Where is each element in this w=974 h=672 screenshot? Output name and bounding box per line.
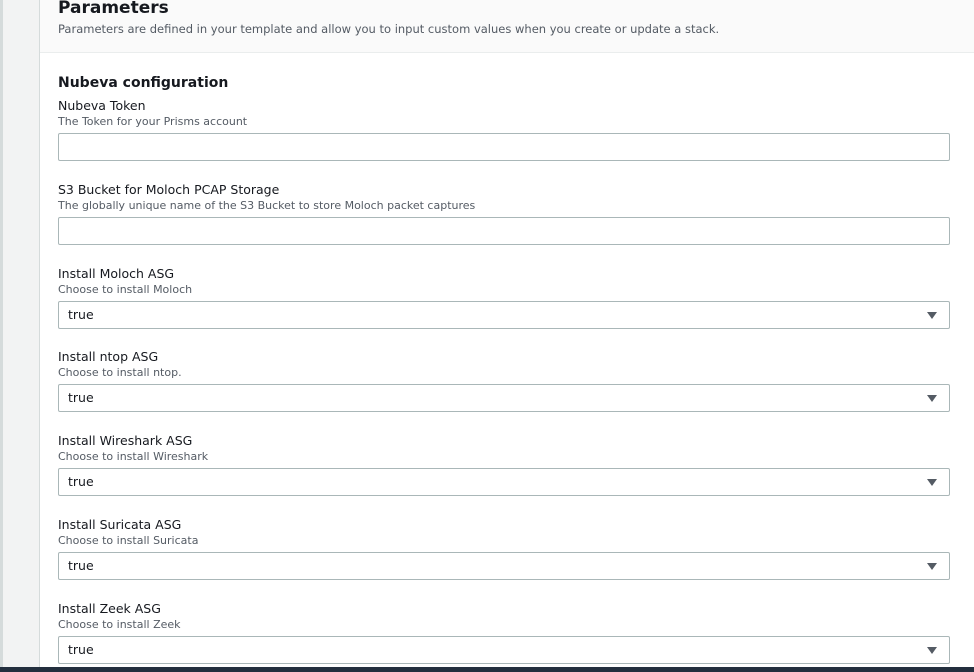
bottom-bar bbox=[0, 667, 974, 672]
select-value: true bbox=[68, 474, 94, 489]
install-zeek-select[interactable]: true bbox=[58, 636, 950, 664]
select-value: true bbox=[68, 558, 94, 573]
install-suricata-select[interactable]: true bbox=[58, 552, 950, 580]
caret-down-icon bbox=[927, 647, 937, 654]
field-install-ntop: Install ntop ASG Choose to install ntop.… bbox=[58, 348, 950, 412]
field-install-moloch: Install Moloch ASG Choose to install Mol… bbox=[58, 265, 950, 329]
field-label: Install ntop ASG bbox=[58, 349, 159, 364]
caret-down-icon bbox=[927, 395, 937, 402]
parameters-title: Parameters bbox=[58, 0, 169, 18]
caret-down-icon bbox=[927, 563, 937, 570]
field-nubeva-token: Nubeva Token The Token for your Prisms a… bbox=[58, 97, 950, 161]
install-moloch-select[interactable]: true bbox=[58, 301, 950, 329]
parameters-panel: Parameters Parameters are defined in you… bbox=[39, 0, 974, 672]
field-description: The globally unique name of the S3 Bucke… bbox=[58, 199, 476, 212]
field-description: Choose to install Zeek bbox=[58, 618, 181, 631]
select-value: true bbox=[68, 307, 94, 322]
field-description: Choose to install Moloch bbox=[58, 283, 193, 296]
install-wireshark-select[interactable]: true bbox=[58, 468, 950, 496]
field-s3-bucket: S3 Bucket for Moloch PCAP Storage The gl… bbox=[58, 181, 950, 245]
field-label: Install Zeek ASG bbox=[58, 601, 161, 616]
s3-bucket-input[interactable] bbox=[58, 217, 950, 245]
field-label: Install Moloch ASG bbox=[58, 266, 175, 281]
field-description: Choose to install ntop. bbox=[58, 366, 182, 379]
field-description: The Token for your Prisms account bbox=[58, 115, 248, 128]
caret-down-icon bbox=[927, 312, 937, 319]
section-title-nubeva-configuration: Nubeva configuration bbox=[58, 75, 229, 91]
select-value: true bbox=[68, 642, 94, 657]
field-description: Choose to install Wireshark bbox=[58, 450, 209, 463]
field-label: Nubeva Token bbox=[58, 98, 146, 113]
install-ntop-select[interactable]: true bbox=[58, 384, 950, 412]
field-description: Choose to install Suricata bbox=[58, 534, 199, 547]
left-rail bbox=[0, 0, 3, 672]
parameters-description: Parameters are defined in your template … bbox=[58, 22, 720, 36]
field-install-zeek: Install Zeek ASG Choose to install Zeek … bbox=[58, 600, 950, 664]
field-label: Install Wireshark ASG bbox=[58, 433, 193, 448]
field-label: Install Suricata ASG bbox=[58, 517, 182, 532]
caret-down-icon bbox=[927, 479, 937, 486]
field-label: S3 Bucket for Moloch PCAP Storage bbox=[58, 182, 280, 197]
select-value: true bbox=[68, 390, 94, 405]
parameters-header: Parameters Parameters are defined in you… bbox=[40, 0, 974, 53]
field-install-wireshark: Install Wireshark ASG Choose to install … bbox=[58, 432, 950, 496]
nubeva-token-input[interactable] bbox=[58, 133, 950, 161]
field-install-suricata: Install Suricata ASG Choose to install S… bbox=[58, 516, 950, 580]
